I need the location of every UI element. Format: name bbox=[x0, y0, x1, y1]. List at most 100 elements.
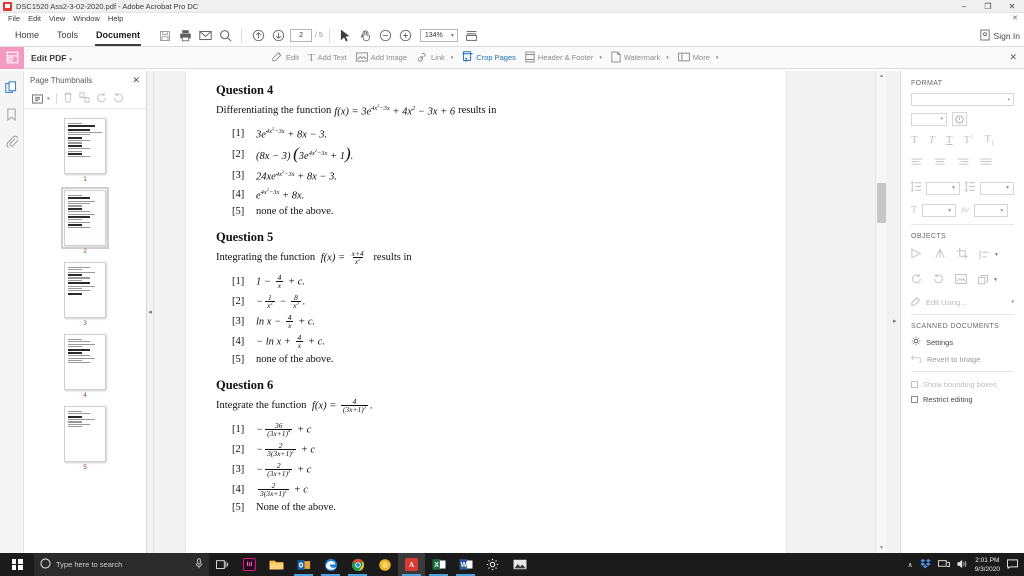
italic-icon[interactable]: T bbox=[929, 134, 935, 146]
thumbnail-item[interactable]: 3 bbox=[64, 262, 106, 327]
indesign-icon[interactable]: Id bbox=[236, 553, 263, 576]
task-view-icon[interactable] bbox=[209, 553, 236, 576]
option-row[interactable]: [3] −2 (3x+1)3 + c bbox=[216, 462, 756, 478]
vertical-scrollbar[interactable]: ▲ ▼ bbox=[875, 71, 886, 553]
word-icon[interactable]: W bbox=[452, 553, 479, 576]
replace-image-icon[interactable] bbox=[955, 271, 967, 289]
file-explorer-icon[interactable] bbox=[263, 553, 290, 576]
show-bounding-boxes-row[interactable]: Show bounding boxes bbox=[911, 380, 1014, 389]
next-page-icon[interactable] bbox=[268, 26, 288, 46]
page-thumbnail[interactable] bbox=[61, 187, 109, 249]
photos-icon[interactable] bbox=[506, 553, 533, 576]
rotate-cw-icon[interactable] bbox=[933, 271, 944, 289]
rotate-ccw-icon[interactable] bbox=[911, 271, 922, 289]
hand-tool-icon[interactable] bbox=[356, 26, 376, 46]
page-thumbnail[interactable] bbox=[64, 118, 106, 174]
page-thumbnail[interactable] bbox=[64, 262, 106, 318]
option-row[interactable]: [3] ln x − 4x + c. bbox=[216, 314, 756, 330]
superscript-icon[interactable]: T1 bbox=[964, 134, 974, 146]
scroll-up-arrow-icon[interactable]: ▲ bbox=[876, 71, 887, 81]
zoom-out-icon[interactable] bbox=[376, 26, 396, 46]
clock[interactable]: 2:01 PM 9/3/2020 bbox=[975, 556, 1000, 574]
bold-icon[interactable]: T bbox=[911, 134, 918, 146]
align-right-icon[interactable] bbox=[957, 154, 969, 172]
windows-start-icon[interactable] bbox=[0, 553, 34, 576]
restrict-editing-checkbox[interactable] bbox=[911, 396, 918, 404]
option-row[interactable]: [4] 2 3(3x+1)2 + c bbox=[216, 482, 756, 498]
option-row[interactable]: [5] none of the above. bbox=[216, 354, 756, 365]
notifications-icon[interactable] bbox=[1007, 556, 1018, 574]
edit-tool-header-footer[interactable]: Header & Footer ▾ bbox=[525, 51, 602, 65]
close-icon[interactable]: ✕ bbox=[1012, 14, 1018, 22]
document-viewer[interactable]: Question 4 Differentiating the function … bbox=[154, 71, 900, 553]
close-thumbnails-icon[interactable]: ✕ bbox=[132, 75, 140, 86]
page-number-input[interactable]: 2 bbox=[290, 29, 313, 42]
settings-icon[interactable] bbox=[479, 553, 506, 576]
option-row[interactable]: [1] −36 (3x+1)4 + c bbox=[216, 422, 756, 438]
search-input[interactable]: Type here to search bbox=[34, 553, 209, 576]
edit-tool-add-image[interactable]: Add Image bbox=[355, 51, 407, 64]
edit-tool-edit[interactable]: Edit bbox=[272, 51, 299, 64]
tab-tools[interactable]: Tools bbox=[48, 25, 87, 47]
print-icon[interactable] bbox=[175, 26, 195, 46]
scroll-down-arrow-icon[interactable]: ▼ bbox=[876, 543, 887, 553]
select-tool-icon[interactable] bbox=[336, 26, 356, 46]
align-left-icon[interactable] bbox=[911, 154, 923, 172]
attachments-icon[interactable] bbox=[4, 133, 20, 149]
rotate-ccw-icon[interactable] bbox=[96, 90, 107, 108]
fit-page-icon[interactable] bbox=[462, 26, 482, 46]
close-edit-toolbar-icon[interactable]: ✕ bbox=[1009, 52, 1017, 63]
thumbnail-item[interactable]: 5 bbox=[64, 406, 106, 471]
delete-pages-icon[interactable] bbox=[63, 90, 73, 108]
option-row[interactable]: [4] e4x2−3x + 8x. bbox=[216, 187, 756, 202]
option-row[interactable]: [2] −2 3(3x+1)2 + c bbox=[216, 442, 756, 458]
option-row[interactable]: [5] none of the above. bbox=[216, 206, 756, 217]
restore-button[interactable]: ❐ bbox=[976, 0, 1000, 13]
extract-pages-icon[interactable] bbox=[78, 90, 90, 108]
microphone-icon[interactable] bbox=[195, 556, 203, 574]
horizontal-scale-select[interactable]: ▼ bbox=[922, 204, 957, 218]
excel-icon[interactable]: X bbox=[425, 553, 452, 576]
zoom-in-icon[interactable] bbox=[396, 26, 416, 46]
paragraph-spacing-select[interactable]: ▼ bbox=[980, 181, 1014, 195]
chrome-icon[interactable] bbox=[344, 553, 371, 576]
menu-window[interactable]: Window bbox=[69, 13, 104, 25]
menu-view[interactable]: View bbox=[45, 13, 69, 25]
dropbox-icon[interactable] bbox=[920, 556, 931, 574]
network-icon[interactable] bbox=[937, 556, 950, 574]
outlook-icon[interactable] bbox=[290, 553, 317, 576]
edit-tool-add-text[interactable]: T Add Text bbox=[308, 52, 347, 64]
align-center-icon[interactable] bbox=[934, 154, 946, 172]
menu-help[interactable]: Help bbox=[104, 13, 127, 25]
previous-page-icon[interactable] bbox=[248, 26, 268, 46]
search-icon[interactable] bbox=[215, 26, 235, 46]
scrollbar-thumb[interactable] bbox=[877, 183, 886, 223]
edit-tool-watermark[interactable]: Watermark ▾ bbox=[611, 51, 669, 65]
page-thumbnails-icon[interactable] bbox=[4, 79, 20, 95]
font-size-select[interactable]: ▾ bbox=[911, 112, 947, 126]
option-row[interactable]: [1] 3e4x2−3x + 8x − 3. bbox=[216, 126, 756, 141]
show-hidden-icons-chevron[interactable]: ∧ bbox=[908, 561, 913, 569]
bookmarks-icon[interactable] bbox=[4, 106, 20, 122]
crop-image-icon[interactable] bbox=[957, 246, 968, 264]
save-icon[interactable] bbox=[155, 26, 175, 46]
scanned-settings-button[interactable]: Settings bbox=[911, 336, 1014, 348]
tab-home[interactable]: Home bbox=[6, 25, 48, 47]
close-window-button[interactable]: ✕ bbox=[1000, 0, 1024, 13]
minimize-button[interactable]: – bbox=[952, 0, 976, 13]
page-thumbnail[interactable] bbox=[64, 334, 106, 390]
edit-using-row[interactable]: Edit Using... ▾ bbox=[911, 296, 1014, 308]
show-bounding-boxes-checkbox[interactable] bbox=[911, 381, 918, 389]
character-spacing-select[interactable]: ▼ bbox=[974, 204, 1009, 218]
option-row[interactable]: [5] None of the above. bbox=[216, 502, 756, 513]
edge-icon[interactable] bbox=[317, 553, 344, 576]
zoom-level-select[interactable]: 134% ▼ bbox=[419, 29, 458, 42]
thumbnail-item[interactable]: 1 bbox=[64, 118, 106, 183]
line-spacing-select[interactable]: ▼ bbox=[926, 181, 960, 195]
edit-tool-crop-pages[interactable]: Crop Pages bbox=[462, 51, 516, 64]
option-row[interactable]: [2] −1 x2 − 8 x3. bbox=[216, 294, 756, 310]
thumbnail-item[interactable]: 4 bbox=[64, 334, 106, 399]
menu-edit[interactable]: Edit bbox=[24, 13, 45, 25]
firefox-icon[interactable] bbox=[371, 553, 398, 576]
font-family-select[interactable]: ▾ bbox=[911, 93, 1014, 106]
